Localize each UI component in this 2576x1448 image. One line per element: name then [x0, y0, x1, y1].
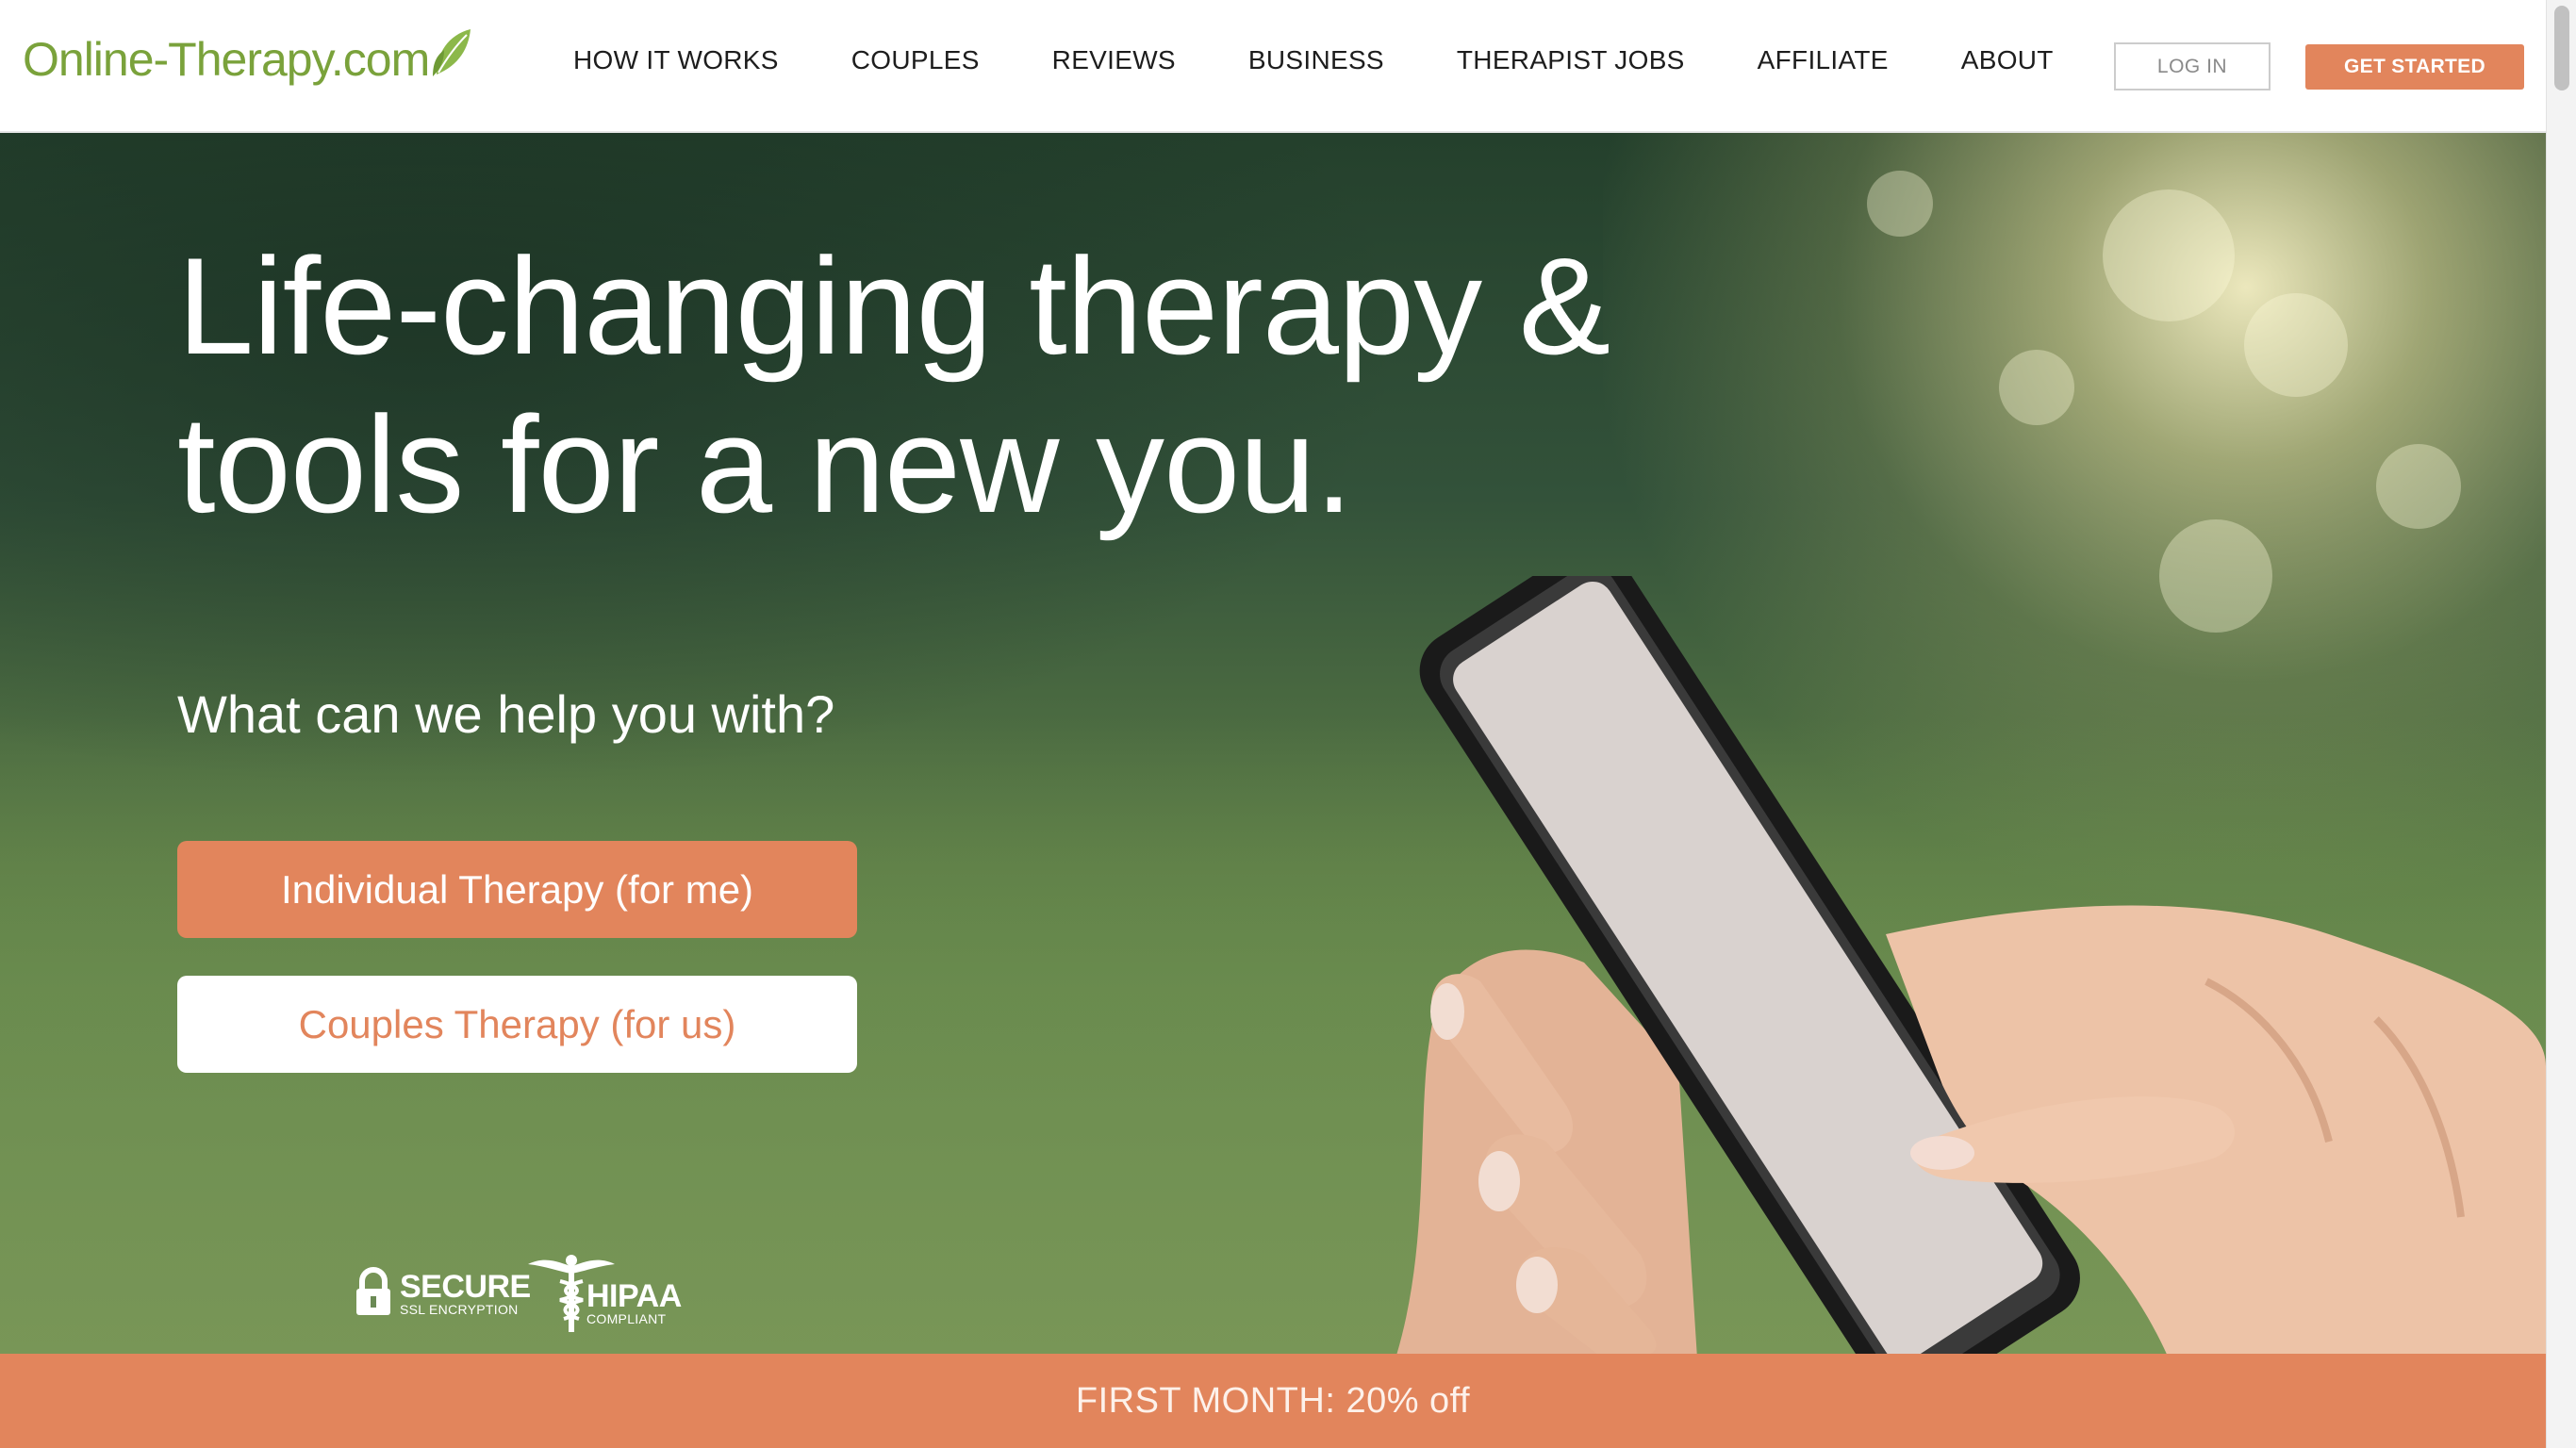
secure-badge-title: SECURE: [400, 1268, 531, 1305]
nav-how-it-works[interactable]: HOW IT WORKS: [573, 45, 779, 75]
couples-therapy-button[interactable]: Couples Therapy (for us): [177, 976, 857, 1073]
promo-banner[interactable]: FIRST MONTH: 20% off: [0, 1354, 2546, 1448]
scrollbar-thumb[interactable]: [2554, 6, 2569, 90]
leaf-icon: [431, 25, 474, 83]
hero-subtitle: What can we help you with?: [177, 684, 835, 744]
nav-couples[interactable]: COUPLES: [851, 45, 980, 75]
get-started-button[interactable]: GET STARTED: [2305, 44, 2524, 90]
hands-holding-phone-image: [1396, 576, 2546, 1354]
hipaa-badge: HIPAA COMPLIANT: [524, 1253, 682, 1337]
nav-about[interactable]: ABOUT: [1961, 45, 2054, 75]
site-header: Online-Therapy.com HOW IT WORKS COUPLES …: [0, 0, 2546, 133]
site-logo[interactable]: Online-Therapy.com: [23, 26, 474, 92]
hipaa-badge-title: HIPAA: [586, 1277, 682, 1314]
lock-icon: [355, 1266, 392, 1322]
secure-badge-subtitle: SSL ENCRYPTION: [400, 1301, 519, 1317]
promo-text: FIRST MONTH: 20% off: [1075, 1380, 1471, 1421]
hero-title: Life-changing therapy & tools for a new …: [177, 227, 1969, 544]
login-button[interactable]: LOG IN: [2114, 42, 2271, 90]
hero-section: Life-changing therapy & tools for a new …: [0, 133, 2546, 1354]
logo-text: Online-Therapy.com: [23, 33, 430, 86]
main-nav: HOW IT WORKS COUPLES REVIEWS BUSINESS TH…: [573, 45, 2126, 75]
nav-therapist-jobs[interactable]: THERAPIST JOBS: [1457, 45, 1685, 75]
hero-title-line-1: Life-changing therapy &: [177, 229, 1610, 383]
nav-business[interactable]: BUSINESS: [1248, 45, 1384, 75]
bokeh-light: [2244, 293, 2348, 397]
bokeh-light: [2103, 189, 2235, 321]
individual-therapy-button[interactable]: Individual Therapy (for me): [177, 841, 857, 938]
secure-ssl-badge: SECURE SSL ENCRYPTION: [355, 1266, 531, 1322]
bokeh-light: [1999, 350, 2074, 425]
hero-title-line-2: tools for a new you.: [177, 387, 1353, 541]
nav-affiliate[interactable]: AFFILIATE: [1758, 45, 1889, 75]
bokeh-light: [2376, 444, 2461, 529]
nav-reviews[interactable]: REVIEWS: [1052, 45, 1176, 75]
page-scrollbar[interactable]: [2546, 0, 2576, 1448]
